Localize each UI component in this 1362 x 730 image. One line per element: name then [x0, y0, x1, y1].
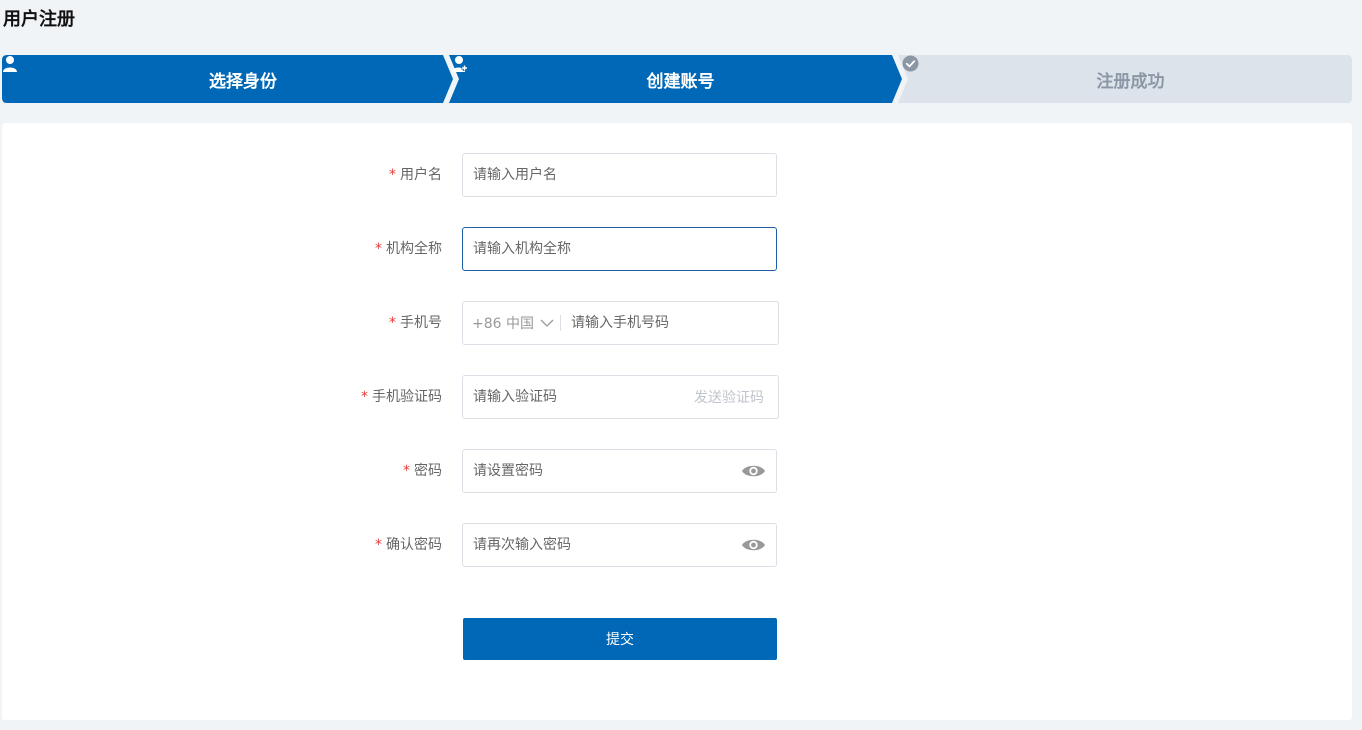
password-row: * 密码	[2, 449, 1352, 493]
required-mark: *	[375, 241, 382, 257]
sms-code-input[interactable]	[463, 376, 694, 418]
password-label: * 密码	[403, 463, 442, 479]
phone-input[interactable]	[561, 302, 778, 344]
password-field	[462, 449, 777, 493]
required-mark: *	[403, 463, 410, 479]
confirm-password-field	[462, 523, 777, 567]
country-code-select[interactable]: +86 中国	[463, 302, 560, 344]
org-name-input[interactable]	[463, 228, 776, 270]
step-create-account: 创建账号	[452, 55, 902, 103]
required-mark: *	[375, 537, 382, 553]
required-mark: *	[389, 167, 396, 183]
page-title: 用户注册	[3, 9, 75, 30]
sms-code-row: *手机验证码 发送验证码	[2, 375, 1352, 419]
phone-label: * 手机号	[389, 315, 442, 331]
registration-steps: 选择身份 创建账号 注册成功	[2, 55, 1352, 103]
step-label: 选择身份	[209, 71, 277, 92]
phone-row: * 手机号 +86 中国	[2, 301, 1352, 345]
submit-button[interactable]: 提交	[463, 618, 777, 660]
eye-icon[interactable]	[741, 537, 776, 553]
chevron-down-icon	[540, 319, 554, 327]
required-mark: *	[361, 389, 368, 405]
step-select-identity: 选择身份	[2, 55, 477, 103]
sms-code-label: * 手机验证码	[361, 389, 442, 405]
confirm-password-label: * 确认密码	[375, 537, 442, 553]
phone-field: +86 中国	[462, 301, 779, 345]
username-input[interactable]	[463, 154, 776, 196]
confirm-password-input[interactable]	[463, 524, 741, 566]
send-code-button[interactable]: 发送验证码	[694, 387, 778, 407]
org-name-label: * 机构全称	[375, 241, 442, 257]
org-name-row: * 机构全称	[2, 227, 1352, 271]
eye-icon[interactable]	[741, 463, 776, 479]
sms-code-field: 发送验证码	[462, 375, 779, 419]
username-label: * 用户名	[389, 167, 442, 183]
step-label: 注册成功	[1096, 71, 1165, 92]
password-input[interactable]	[463, 450, 741, 492]
step-label: 创建账号	[646, 71, 715, 92]
step-register-success: 注册成功	[902, 55, 1352, 103]
org-name-field	[462, 227, 777, 271]
username-row: * 用户名	[2, 153, 1352, 197]
confirm-password-row: * 确认密码	[2, 523, 1352, 567]
required-mark: *	[389, 315, 396, 331]
username-field	[462, 153, 777, 197]
country-code-value: +86 中国	[472, 316, 534, 332]
registration-form: *用户名 *机构全称 *手机号 +86 中国 *手机验证码 发送验证码	[2, 123, 1352, 720]
